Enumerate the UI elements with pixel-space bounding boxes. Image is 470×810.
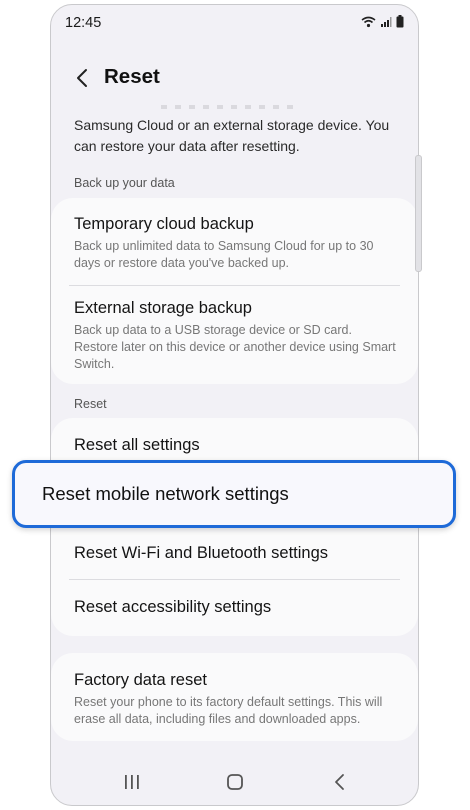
reset-accessibility-item[interactable]: Reset accessibility settings <box>74 598 400 617</box>
app-bar: Reset <box>51 57 418 101</box>
external-storage-backup-item[interactable]: External storage backup Back up data to … <box>74 299 400 373</box>
item-title: Reset Wi-Fi and Bluetooth settings <box>74 544 329 562</box>
intro-text: Samsung Cloud or an external storage dev… <box>74 117 390 154</box>
factory-data-reset-item[interactable]: Factory data reset Reset your phone to i… <box>74 671 400 728</box>
backup-card: Temporary cloud backup Back up unlimited… <box>51 198 418 384</box>
status-icons <box>361 15 404 28</box>
reset-wifi-bluetooth-item[interactable]: Reset Wi-Fi and Bluetooth settings <box>74 544 400 563</box>
back-icon[interactable] <box>331 773 349 791</box>
reset-all-settings-item[interactable]: Reset all settings <box>74 436 400 455</box>
item-title: Reset all settings <box>74 436 200 454</box>
item-title: Temporary cloud backup <box>74 215 254 233</box>
page-title: Reset <box>104 65 160 88</box>
status-time: 12:45 <box>65 15 102 31</box>
item-title: External storage backup <box>74 299 252 317</box>
phone-frame: 12:45 Reset Samsung Cloud or an external… <box>50 4 419 806</box>
temporary-cloud-backup-item[interactable]: Temporary cloud backup Back up unlimited… <box>74 215 400 272</box>
wifi-icon <box>361 16 376 27</box>
item-subtitle: Reset your phone to its factory default … <box>74 695 383 726</box>
home-icon[interactable] <box>226 773 244 791</box>
item-title: Reset accessibility settings <box>74 598 272 616</box>
divider <box>69 579 400 580</box>
factory-reset-card: Factory data reset Reset your phone to i… <box>51 653 418 741</box>
navigation-bar <box>51 765 418 805</box>
status-bar: 12:45 <box>51 5 418 41</box>
section-label-backup: Back up your data <box>74 176 175 190</box>
item-title: Reset mobile network settings <box>42 483 289 504</box>
item-subtitle: Back up data to a USB storage device or … <box>74 323 396 371</box>
battery-icon <box>396 15 404 28</box>
section-label-reset: Reset <box>74 397 107 411</box>
scrolled-content-edge <box>161 105 301 109</box>
signal-icon <box>381 16 392 27</box>
back-arrow-icon[interactable] <box>73 67 95 89</box>
item-title: Factory data reset <box>74 671 207 689</box>
reset-mobile-network-settings-item[interactable]: Reset mobile network settings <box>12 460 456 528</box>
item-subtitle: Back up unlimited data to Samsung Cloud … <box>74 239 374 270</box>
recent-apps-icon[interactable] <box>123 773 141 791</box>
divider <box>69 285 400 286</box>
side-button <box>415 155 422 272</box>
